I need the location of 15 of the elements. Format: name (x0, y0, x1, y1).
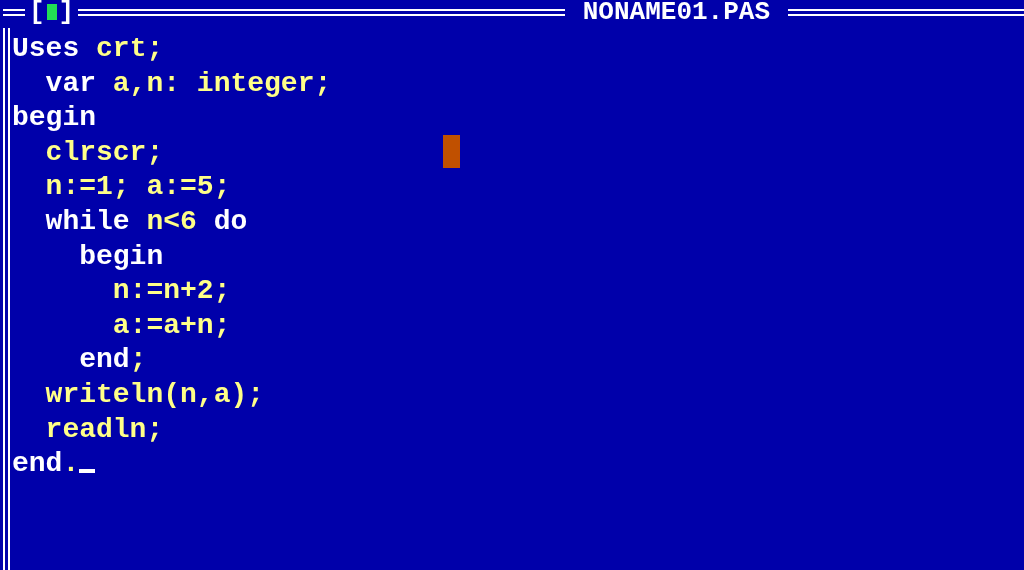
code-line: clrscr; (44, 135, 164, 170)
code-line: var a,n: integer; (44, 66, 332, 101)
code-line: a:=a+n; (111, 308, 231, 343)
code-line: Uses crt; (12, 32, 164, 66)
code-line: n:=1; a:=5; (44, 170, 231, 205)
code-line: n:=n+2; (111, 274, 231, 309)
code-line: end. (12, 447, 96, 482)
code-line: begin (12, 101, 96, 136)
code-line: begin (78, 239, 164, 274)
window-title: NONAME01.PAS (581, 0, 771, 24)
mouse-cursor-icon (443, 135, 460, 168)
code-line: end; (78, 343, 147, 378)
code-line: while n<6 do (44, 204, 248, 239)
code-line: readln; (44, 412, 164, 447)
code-line: writeln(n,a); (44, 377, 265, 412)
